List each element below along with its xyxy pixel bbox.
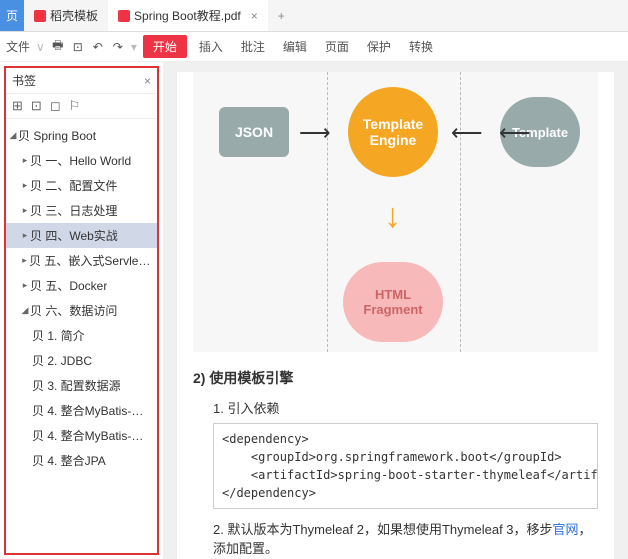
- tab-label: Spring Boot教程.pdf: [134, 7, 241, 24]
- arrow-left-icon: ⟵: [451, 120, 483, 146]
- template-engine-node: Template Engine: [348, 87, 438, 177]
- tree-item-selected[interactable]: ▸贝 四、Web实战: [6, 223, 157, 248]
- tree-item[interactable]: ▸贝 一、Hello World: [6, 148, 157, 173]
- protect-menu[interactable]: 保护: [361, 38, 397, 55]
- convert-menu[interactable]: 转换: [403, 38, 439, 55]
- tab-label: 稻壳模板: [50, 7, 98, 24]
- save-icon[interactable]: 🖶: [51, 36, 65, 57]
- chevron-right-icon: ▸: [20, 155, 30, 166]
- bookmark-tree: ◢贝 Spring Boot ▸贝 一、Hello World ▸贝 二、配置文…: [6, 119, 157, 477]
- tree-item-root[interactable]: ◢贝 Spring Boot: [6, 123, 157, 148]
- pdf-page: JSON Template Engine Template HTML Fragm…: [177, 72, 614, 559]
- insert-menu[interactable]: 插入: [193, 38, 229, 55]
- tree-item[interactable]: 贝 4. 整合MyBatis-配置版: [6, 423, 157, 448]
- content-area: JSON Template Engine Template HTML Fragm…: [163, 62, 628, 559]
- tab-templates[interactable]: 稻壳模板: [24, 0, 108, 31]
- collapse-icon[interactable]: ⊡: [31, 98, 42, 114]
- json-node: JSON: [219, 107, 289, 157]
- tree-item[interactable]: 贝 4. 整合MyBatis-注解版: [6, 398, 157, 423]
- toolbar: 文件 ∨ 🖶 ⊡ ↶ ↷ ▾ 开始 插入 批注 编辑 页面 保护 转换: [0, 32, 628, 62]
- redo-icon[interactable]: ↷: [111, 40, 125, 54]
- close-icon[interactable]: ×: [251, 9, 258, 23]
- tree-item[interactable]: 贝 1. 简介: [6, 323, 157, 348]
- sidebar-close-icon[interactable]: ×: [144, 74, 151, 88]
- bookmarks-sidebar: 书签 × ⊞ ⊡ ◻ ⚐ ◢贝 Spring Boot ▸贝 一、Hello W…: [4, 66, 159, 555]
- tree-item[interactable]: ◢贝 六、数据访问: [6, 298, 157, 323]
- sidebar-tools: ⊞ ⊡ ◻ ⚐: [6, 94, 157, 119]
- chevron-right-icon: ▸: [20, 255, 29, 266]
- start-button[interactable]: 开始: [143, 35, 187, 58]
- chevron-right-icon: ▸: [20, 180, 30, 191]
- dashed-line: [460, 72, 461, 352]
- main: 书签 × ⊞ ⊡ ◻ ⚐ ◢贝 Spring Boot ▸贝 一、Hello W…: [0, 62, 628, 559]
- chevron-down-icon: ◢: [20, 305, 30, 316]
- annotate-menu[interactable]: 批注: [235, 38, 271, 55]
- tab-pdf[interactable]: Spring Boot教程.pdf ×: [108, 0, 268, 31]
- section-heading: 2) 使用模板引擎: [193, 368, 598, 388]
- separator: ▾: [131, 40, 137, 54]
- tab-bar: 页 稻壳模板 Spring Boot教程.pdf × +: [0, 0, 628, 32]
- pdf-icon: [118, 10, 130, 22]
- dashed-line: [327, 72, 328, 352]
- tree-item[interactable]: 贝 2. JDBC: [6, 348, 157, 373]
- page-menu[interactable]: 页面: [319, 38, 355, 55]
- list-item: 1. 引入依赖: [213, 398, 598, 417]
- tree-item[interactable]: 贝 4. 整合JPA: [6, 448, 157, 473]
- tree-item[interactable]: 贝 3. 配置数据源: [6, 373, 157, 398]
- tree-item[interactable]: ▸贝 二、配置文件: [6, 173, 157, 198]
- bookmark2-icon[interactable]: ⚐: [69, 98, 81, 114]
- expand-icon[interactable]: ⊞: [12, 98, 23, 114]
- code-block: <dependency> <groupId>org.springframewor…: [213, 423, 598, 509]
- chevron-right-icon: ▸: [20, 205, 30, 216]
- chevron-right-icon: ▸: [20, 230, 30, 241]
- list-item: 2. 默认版本为Thymeleaf 2，如果想使用Thymeleaf 3，移步官…: [213, 519, 598, 557]
- separator: ∨: [36, 40, 45, 54]
- chevron-down-icon: ◢: [8, 130, 18, 141]
- tree-item[interactable]: ▸贝 五、嵌入式Servlet容器: [6, 248, 157, 273]
- print-icon[interactable]: ⊡: [71, 40, 85, 54]
- arrow-right-icon: ⟶: [299, 120, 331, 146]
- tree-item[interactable]: ▸贝 三、日志处理: [6, 198, 157, 223]
- html-fragment-node: HTML Fragment: [343, 262, 443, 342]
- ordered-list: 1. 引入依赖 <dependency> <groupId>org.spring…: [213, 398, 598, 559]
- link-official[interactable]: 官网: [553, 522, 579, 537]
- file-menu[interactable]: 文件: [6, 38, 30, 55]
- tab-home-icon[interactable]: 页: [0, 0, 24, 31]
- tree-item[interactable]: ▸贝 五、Docker: [6, 273, 157, 298]
- arrow-left-icon: ⟵: [499, 120, 531, 146]
- arrow-down-icon: ↓: [384, 197, 401, 236]
- doc-icon: [34, 10, 46, 22]
- tab-add[interactable]: +: [268, 9, 295, 23]
- undo-icon[interactable]: ↶: [91, 40, 105, 54]
- sidebar-header: 书签 ×: [6, 68, 157, 94]
- diagram: JSON Template Engine Template HTML Fragm…: [193, 72, 598, 352]
- chevron-right-icon: ▸: [20, 280, 30, 291]
- bookmark-icon[interactable]: ◻: [50, 98, 61, 114]
- sidebar-title: 书签: [12, 72, 36, 89]
- edit-menu[interactable]: 编辑: [277, 38, 313, 55]
